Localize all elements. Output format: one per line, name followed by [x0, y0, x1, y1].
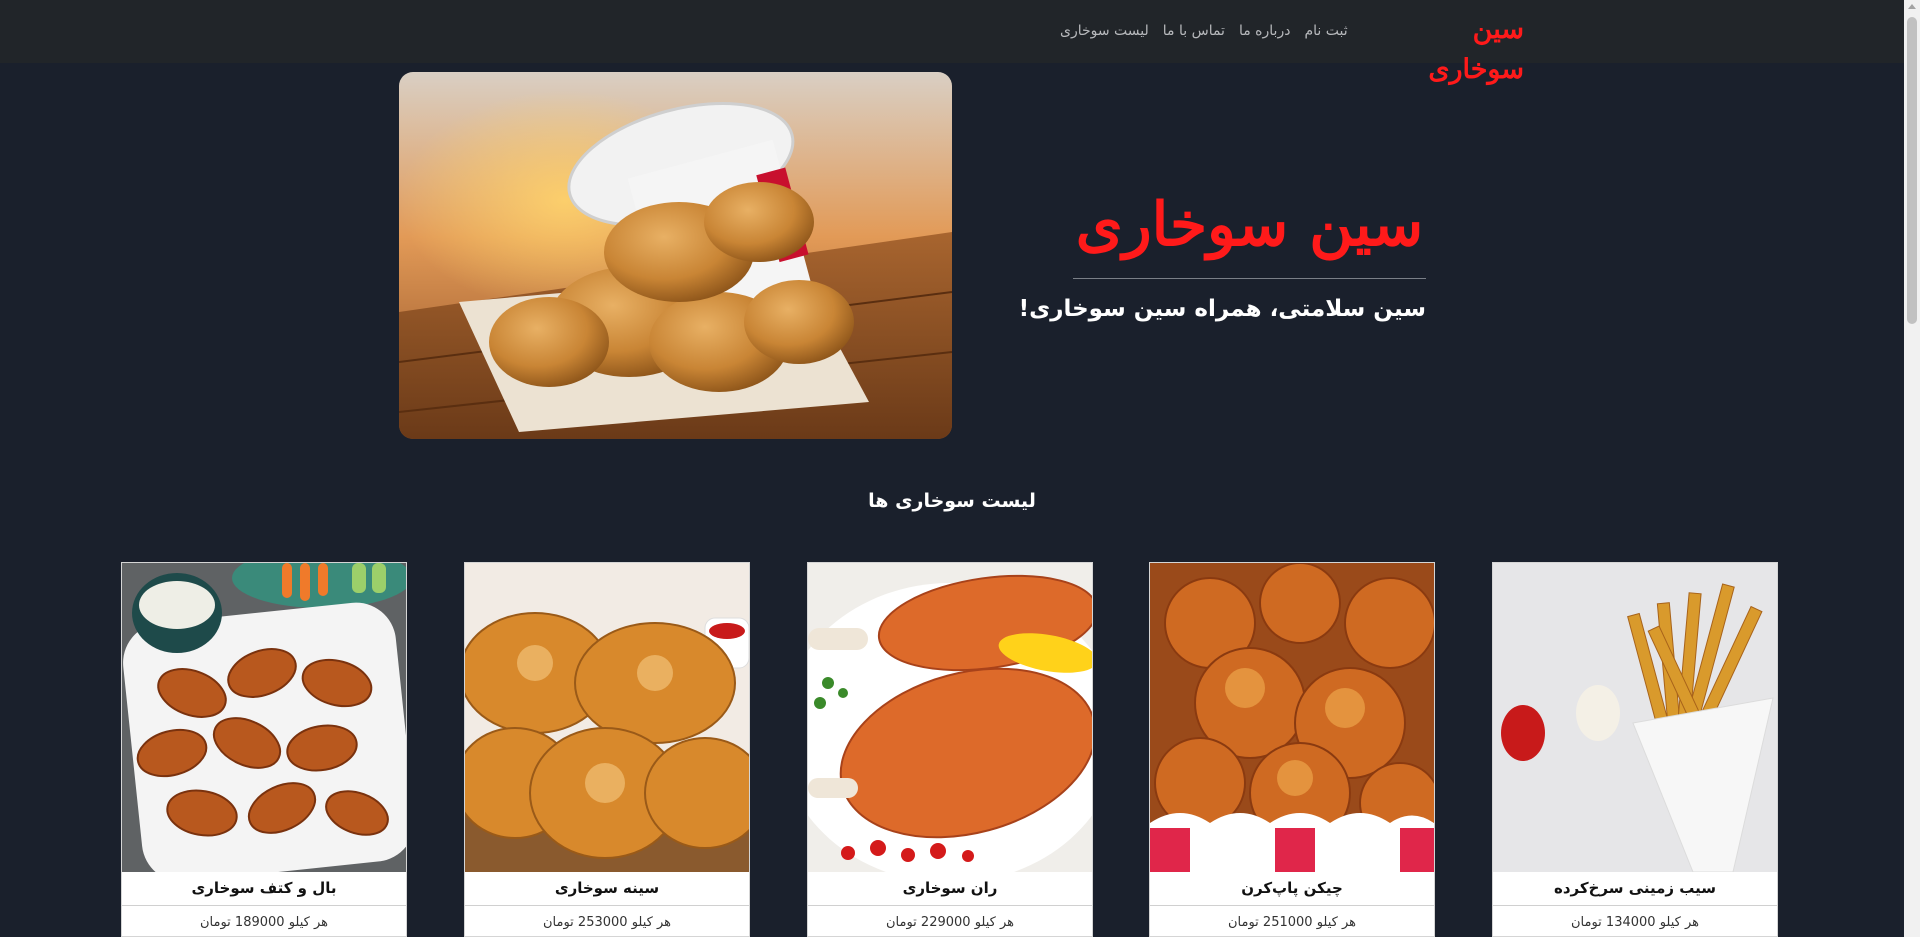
nav-link-signup[interactable]: ثبت نام [1304, 18, 1347, 44]
product-price: هر کیلو 134000 تومان [1570, 915, 1699, 930]
card-divider [1493, 905, 1777, 906]
scroll-up-arrow-icon[interactable] [1908, 4, 1916, 9]
hero-divider [1073, 278, 1426, 279]
scroll-thumb[interactable] [1907, 17, 1917, 324]
product-card[interactable]: ران سوخاری هر کیلو 229000 تومان [807, 562, 1093, 937]
navbar: سین سوخاری لیست سوخاری تماس با ما درباره… [0, 0, 1904, 85]
card-divider [122, 905, 406, 906]
product-image-breast[interactable] [465, 563, 749, 872]
product-card[interactable]: سینه سوخاری هر کیلو 253000 تومان [464, 562, 750, 937]
card-divider [1150, 905, 1434, 906]
nav-link-about[interactable]: درباره ما [1239, 18, 1290, 44]
brand-logo[interactable]: سین سوخاری [1400, 10, 1524, 85]
product-title: سینه سوخاری [554, 879, 660, 897]
product-title: ران سوخاری [902, 879, 998, 897]
product-title: چیکن پاپ‌کرن [1241, 879, 1343, 897]
product-price: هر کیلو 253000 تومان [542, 915, 671, 930]
nav-links: لیست سوخاری تماس با ما درباره ما ثبت نام [1060, 18, 1365, 44]
nav-link-contact[interactable]: تماس با ما [1163, 18, 1225, 44]
product-price: هر کیلو 189000 تومان [199, 915, 328, 930]
product-title: بال و کتف سوخاری [191, 879, 337, 897]
product-card[interactable]: بال و کتف سوخاری هر کیلو 189000 تومان [121, 562, 407, 937]
product-image-fries[interactable] [1493, 563, 1777, 872]
page-scrollbar[interactable] [1904, 0, 1920, 937]
card-divider [808, 905, 1092, 906]
product-card[interactable]: چیکن پاپ‌کرن هر کیلو 251000 تومان [1149, 562, 1435, 937]
card-divider [465, 905, 749, 906]
nav-link-fried-list[interactable]: لیست سوخاری [1060, 18, 1149, 44]
hero-image [399, 72, 952, 439]
product-card[interactable]: سیب زمینی سرخ‌کرده هر کیلو 134000 تومان [1492, 562, 1778, 937]
product-image-popcorn-chicken[interactable] [1150, 563, 1434, 872]
product-title: سیب زمینی سرخ‌کرده [1553, 879, 1717, 897]
product-image-drumsticks[interactable] [808, 563, 1092, 872]
product-price: هر کیلو 251000 تومان [1227, 915, 1356, 930]
product-image-wings[interactable] [122, 563, 406, 872]
hero-subtitle: سین سلامتی، همراه سین سوخاری! [1018, 296, 1426, 322]
hero-title: سین سوخاری [1075, 190, 1424, 260]
product-price: هر کیلو 229000 تومان [885, 915, 1014, 930]
products-section-title: لیست سوخاری ها [868, 490, 1036, 512]
